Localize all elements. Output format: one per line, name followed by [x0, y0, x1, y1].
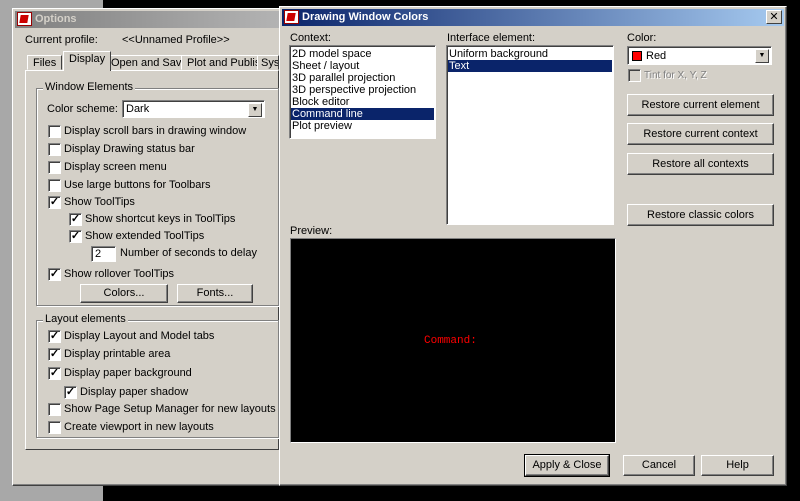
show-page-setup-manager-for-new-layouts-checkbox[interactable] [48, 403, 61, 416]
color-scheme-label: Color scheme: [47, 103, 118, 115]
display-printable-area-checkbox[interactable]: ✓ [48, 348, 61, 361]
chevron-down-icon[interactable]: ▼ [755, 49, 769, 63]
restore-current-element-button[interactable]: Restore current element [627, 94, 774, 116]
context-item-3d-parallel-projection[interactable]: 3D parallel projection [291, 72, 434, 84]
display-paper-background-label: Display paper background [64, 367, 192, 379]
context-item-block-editor[interactable]: Block editor [291, 96, 434, 108]
use-large-buttons-for-toolbars-checkbox[interactable] [48, 179, 61, 192]
color-scheme-select[interactable]: Dark ▼ [122, 100, 265, 118]
create-viewport-in-new-layouts-label: Create viewport in new layouts [64, 421, 214, 433]
color-label: Color: [627, 32, 657, 44]
tint-checkbox[interactable] [628, 69, 641, 82]
display-layout-and-model-tabs-label: Display Layout and Model tabs [64, 330, 215, 342]
interface-item-text[interactable]: Text [448, 60, 612, 72]
tab-system[interactable]: Sys [257, 55, 279, 70]
restore-all-contexts-button[interactable]: Restore all contexts [627, 153, 774, 175]
interface-element-list[interactable]: Uniform background Text [446, 45, 614, 225]
tint-label: Tint for X, Y, Z [644, 70, 707, 81]
context-item-3d-perspective-projection[interactable]: 3D perspective projection [291, 84, 434, 96]
display-layout-and-model-tabs-checkbox[interactable]: ✓ [48, 330, 61, 343]
context-item-2d-model-space[interactable]: 2D model space [291, 48, 434, 60]
delay-seconds-value: 2 [95, 248, 102, 260]
display-paper-background-checkbox[interactable]: ✓ [48, 367, 61, 380]
help-button[interactable]: Help [701, 455, 774, 476]
app-icon [284, 10, 299, 24]
restore-classic-colors-button[interactable]: Restore classic colors [627, 204, 774, 226]
display-scroll-bars-in-drawing-window-checkbox[interactable] [48, 125, 61, 138]
close-icon[interactable]: ✕ [766, 10, 782, 24]
cancel-button[interactable]: Cancel [623, 455, 695, 476]
show-shortcut-keys-in-tooltips-checkbox[interactable]: ✓ [69, 213, 82, 226]
delay-seconds-label: Number of seconds to delay [120, 247, 257, 259]
color-select[interactable]: Red ▼ [627, 46, 772, 65]
options-title-bar: Options [15, 11, 289, 28]
display-drawing-status-bar-label: Display Drawing status bar [64, 143, 195, 155]
delay-seconds-input[interactable]: 2 [91, 246, 116, 262]
context-label: Context: [290, 32, 331, 44]
display-scroll-bars-in-drawing-window-label: Display scroll bars in drawing window [64, 125, 247, 137]
colors-title: Drawing Window Colors [302, 11, 429, 23]
apply-close-button[interactable]: Apply & Close [524, 454, 610, 477]
use-large-buttons-for-toolbars-label: Use large buttons for Toolbars [64, 179, 211, 191]
display-drawing-status-bar-checkbox[interactable] [48, 143, 61, 156]
display-paper-shadow-label: Display paper shadow [80, 386, 189, 398]
show-page-setup-manager-for-new-layouts-label: Show Page Setup Manager for new layouts [64, 403, 276, 415]
display-paper-shadow-checkbox[interactable]: ✓ [64, 386, 77, 399]
show-extended-tooltips-label: Show extended ToolTips [85, 230, 205, 242]
context-item-plot-preview[interactable]: Plot preview [291, 120, 434, 132]
show-tooltips-label: Show ToolTips [64, 196, 135, 208]
preview-label: Preview: [290, 225, 333, 237]
fonts-button[interactable]: Fonts... [177, 284, 253, 303]
show-shortcut-keys-in-tooltips-label: Show shortcut keys in ToolTips [85, 213, 236, 225]
display-screen-menu-label: Display screen menu [64, 161, 167, 173]
app-icon [17, 12, 32, 26]
show-extended-tooltips-checkbox[interactable]: ✓ [69, 230, 82, 243]
show-rollover-tooltips-label: Show rollover ToolTips [64, 268, 175, 280]
color-value: Red [646, 50, 667, 62]
colors-button[interactable]: Colors... [80, 284, 168, 303]
display-screen-menu-checkbox[interactable] [48, 161, 61, 174]
show-rollover-tooltips-checkbox[interactable]: ✓ [48, 268, 61, 281]
tab-display[interactable]: Display [63, 51, 112, 71]
current-profile-value: <<Unnamed Profile>> [122, 34, 230, 46]
tab-files[interactable]: Files [27, 55, 63, 70]
display-printable-area-label: Display printable area [64, 348, 171, 360]
restore-current-context-button[interactable]: Restore current context [627, 123, 774, 145]
current-profile-label: Current profile: [25, 34, 98, 46]
context-list[interactable]: 2D model space Sheet / layout 3D parallel … [289, 45, 436, 139]
window-elements-label: Window Elements [43, 81, 136, 93]
preview-command-text: Command: [424, 335, 477, 347]
color-scheme-value: Dark [126, 103, 150, 115]
chevron-down-icon[interactable]: ▼ [248, 103, 262, 117]
options-title: Options [35, 13, 77, 25]
colors-title-bar: Drawing Window Colors ✕ [282, 9, 784, 26]
context-item-command-line[interactable]: Command line [291, 108, 434, 120]
interface-item-uniform-background[interactable]: Uniform background [448, 48, 612, 60]
preview-pane: Command: [290, 238, 616, 443]
show-tooltips-checkbox[interactable]: ✓ [48, 196, 61, 209]
interface-element-label: Interface element: [447, 32, 536, 44]
color-swatch [632, 51, 642, 61]
context-item-sheet-layout[interactable]: Sheet / layout [291, 60, 434, 72]
create-viewport-in-new-layouts-checkbox[interactable] [48, 421, 61, 434]
layout-elements-label: Layout elements [43, 313, 128, 325]
